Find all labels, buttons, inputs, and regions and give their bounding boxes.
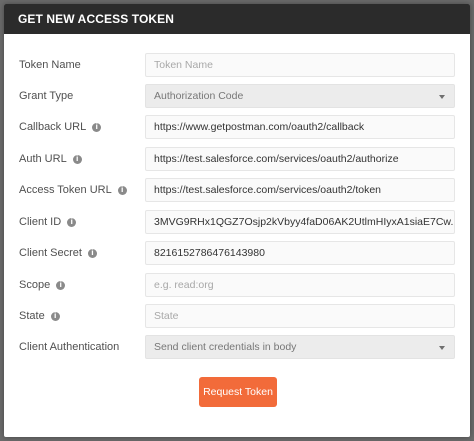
auth-url-value: https://test.salesforce.com/services/oau…	[154, 153, 399, 165]
chevron-down-icon	[439, 346, 445, 350]
client-authentication-select[interactable]: Send client credentials in body	[145, 335, 455, 359]
state-label: State i	[19, 304, 60, 328]
request-token-button[interactable]: Request Token	[199, 377, 277, 407]
row-client-id: Client ID i 3MVG9RHx1QGZ7Osjp2kVbyy4faD0…	[4, 210, 470, 234]
client-secret-value: 8216152786476143980	[154, 247, 265, 259]
auth-url-input[interactable]: https://test.salesforce.com/services/oau…	[145, 147, 455, 171]
row-grant-type: Grant Type Authorization Code	[4, 84, 470, 108]
callback-url-label-text: Callback URL	[19, 121, 87, 133]
callback-url-input[interactable]: https://www.getpostman.com/oauth2/callba…	[145, 115, 455, 139]
grant-type-value: Authorization Code	[154, 90, 244, 102]
row-token-name: Token Name Token Name	[4, 53, 470, 77]
client-secret-label-text: Client Secret	[19, 247, 82, 259]
row-state: State i State	[4, 304, 470, 328]
row-access-token-url: Access Token URL i https://test.salesfor…	[4, 178, 470, 202]
row-client-secret: Client Secret i 8216152786476143980	[4, 241, 470, 265]
token-name-placeholder: Token Name	[154, 59, 213, 71]
token-name-label: Token Name	[19, 59, 81, 71]
state-placeholder: State	[154, 310, 179, 322]
access-token-url-label: Access Token URL i	[19, 178, 127, 202]
client-authentication-label: Client Authentication	[19, 341, 120, 353]
chevron-down-icon	[439, 95, 445, 99]
scope-label: Scope i	[19, 273, 66, 297]
grant-type-select[interactable]: Authorization Code	[145, 84, 455, 108]
row-client-authentication: Client Authentication Send client creden…	[4, 335, 470, 359]
callback-url-value: https://www.getpostman.com/oauth2/callba…	[154, 121, 365, 133]
access-token-url-value: https://test.salesforce.com/services/oau…	[154, 184, 382, 196]
scope-label-text: Scope	[19, 279, 51, 291]
access-token-dialog: GET NEW ACCESS TOKEN Token Name Token Na…	[4, 4, 470, 437]
grant-type-label: Grant Type	[19, 90, 74, 102]
access-token-url-input[interactable]: https://test.salesforce.com/services/oau…	[145, 178, 455, 202]
token-name-input[interactable]: Token Name	[145, 53, 455, 77]
info-icon[interactable]: i	[50, 311, 60, 321]
info-icon[interactable]: i	[117, 185, 127, 195]
auth-url-label: Auth URL i	[19, 147, 82, 171]
scope-input[interactable]: e.g. read:org	[145, 273, 455, 297]
state-input[interactable]: State	[145, 304, 455, 328]
row-callback-url: Callback URL i https://www.getpostman.co…	[4, 115, 470, 139]
client-id-label-text: Client ID	[19, 216, 62, 228]
info-icon[interactable]: i	[67, 217, 77, 227]
row-scope: Scope i e.g. read:org	[4, 273, 470, 297]
info-icon[interactable]: i	[87, 248, 97, 258]
client-id-input[interactable]: 3MVG9RHx1QGZ7Osjp2kVbyy4faD06AK2UtlmHIyx…	[145, 210, 455, 234]
row-auth-url: Auth URL i https://test.salesforce.com/s…	[4, 147, 470, 171]
client-id-value: 3MVG9RHx1QGZ7Osjp2kVbyy4faD06AK2UtlmHIyx…	[154, 216, 454, 228]
client-id-label: Client ID i	[19, 210, 77, 234]
callback-url-label: Callback URL i	[19, 115, 102, 139]
access-token-url-label-text: Access Token URL	[19, 184, 112, 196]
client-secret-label: Client Secret i	[19, 241, 97, 265]
dialog-header: GET NEW ACCESS TOKEN	[4, 4, 470, 34]
scope-placeholder: e.g. read:org	[154, 279, 214, 291]
info-icon[interactable]: i	[56, 280, 66, 290]
client-authentication-value: Send client credentials in body	[154, 341, 297, 353]
state-label-text: State	[19, 310, 45, 322]
info-icon[interactable]: i	[72, 154, 82, 164]
client-secret-input[interactable]: 8216152786476143980	[145, 241, 455, 265]
auth-url-label-text: Auth URL	[19, 153, 67, 165]
info-icon[interactable]: i	[92, 122, 102, 132]
dialog-title: GET NEW ACCESS TOKEN	[18, 12, 175, 26]
